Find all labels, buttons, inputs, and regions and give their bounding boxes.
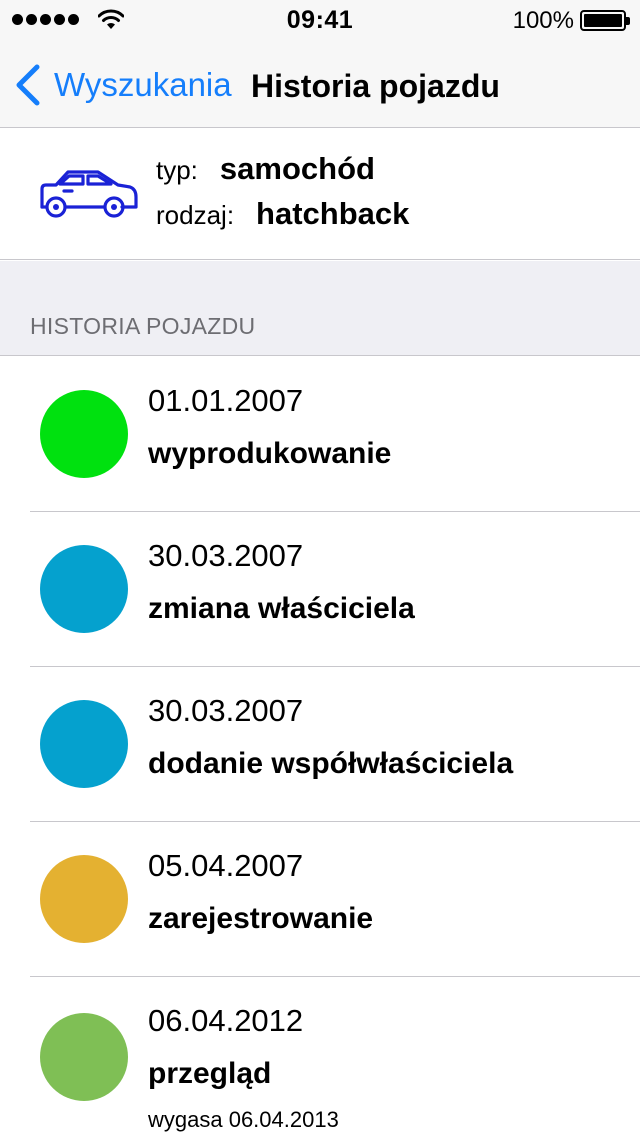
battery-percent: 100% — [512, 7, 574, 34]
history-date: 01.01.2007 — [148, 383, 304, 418]
vehicle-kind-row: rodzaj: hatchback — [156, 196, 409, 232]
back-button-label: Wyszukania — [54, 66, 232, 103]
section-title: HISTORIA POJAZDU — [30, 313, 256, 339]
navigation-bar: Wyszukania Historia pojazdu — [0, 40, 640, 128]
screen: 09:41 100% Wyszukania Historia pojazdu t… — [0, 0, 640, 1136]
status-dot — [40, 700, 128, 788]
chevron-left-icon — [16, 64, 40, 106]
history-item[interactable]: 30.03.2007 zmiana właściciela — [0, 512, 640, 667]
car-icon — [40, 170, 138, 218]
history-note: wygasa 06.04.2013 — [148, 1107, 339, 1132]
status-dot — [40, 855, 128, 943]
vehicle-type-row: typ: samochód — [156, 151, 375, 187]
history-event: dodanie współwłaściciela — [148, 747, 514, 780]
status-dot — [40, 390, 128, 478]
vehicle-kind-value: hatchback — [256, 196, 410, 231]
vehicle-type-value: samochód — [219, 151, 375, 186]
status-dot — [40, 1013, 128, 1101]
history-item[interactable]: 06.04.2012 przegląd wygasa 06.04.2013 — [0, 977, 640, 1136]
vehicle-type-label: typ: — [156, 155, 198, 185]
history-date: 06.04.2012 — [148, 1003, 304, 1038]
vehicle-kind-label: rodzaj: — [156, 200, 235, 230]
battery-icon — [580, 10, 630, 31]
back-button[interactable]: Wyszukania — [14, 62, 232, 108]
history-list: 01.01.2007 wyprodukowanie 30.03.2007 zmi… — [0, 357, 640, 1136]
history-event: zmiana właściciela — [148, 592, 415, 625]
history-item[interactable]: 05.04.2007 zarejestrowanie — [0, 822, 640, 977]
history-event: zarejestrowanie — [148, 902, 374, 935]
history-date: 30.03.2007 — [148, 538, 304, 573]
history-date: 30.03.2007 — [148, 693, 304, 728]
history-item[interactable]: 30.03.2007 dodanie współwłaściciela — [0, 667, 640, 822]
history-event: wyprodukowanie — [148, 437, 392, 470]
status-dot — [40, 545, 128, 633]
section-header: HISTORIA POJAZDU — [0, 261, 640, 356]
history-item[interactable]: 01.01.2007 wyprodukowanie — [0, 357, 640, 512]
status-bar: 09:41 100% — [0, 0, 640, 40]
vehicle-summary: typ: samochód rodzaj: hatchback — [0, 129, 640, 260]
page-title: Historia pojazdu — [251, 68, 500, 104]
history-date: 05.04.2007 — [148, 848, 304, 883]
history-event: przegląd — [148, 1057, 272, 1090]
